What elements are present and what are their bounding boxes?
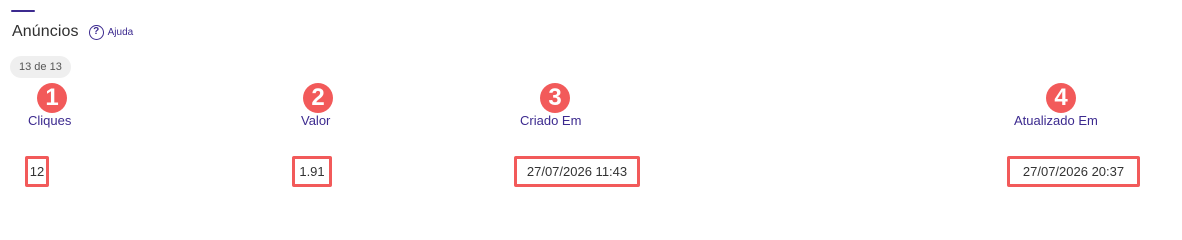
marker-4: 4	[1046, 83, 1076, 113]
cell-valor: 1.91	[292, 156, 332, 187]
marker-3: 3	[540, 83, 570, 113]
cell-criado-em: 27/07/2026 11:43	[514, 156, 640, 187]
column-header-cliques[interactable]: Cliques	[28, 113, 71, 128]
anuncios-panel: Anúncios ? Ajuda 13 de 13 1 2 3 4 Clique…	[0, 0, 1182, 203]
help-label: Ajuda	[107, 26, 134, 38]
cell-cliques: 12	[25, 156, 49, 187]
question-circle-icon: ?	[88, 24, 104, 40]
section-title: Anúncios	[12, 23, 79, 40]
section-header: Anúncios ? Ajuda	[12, 22, 133, 42]
column-header-atualizado-em[interactable]: Atualizado Em	[1014, 113, 1098, 128]
active-tab-indicator	[11, 10, 35, 12]
marker-2: 2	[303, 83, 333, 113]
help-link[interactable]: ? Ajuda	[88, 24, 134, 40]
column-header-valor[interactable]: Valor	[301, 113, 330, 128]
column-header-criado-em[interactable]: Criado Em	[520, 113, 581, 128]
cell-atualizado-em: 27/07/2026 20:37	[1007, 156, 1140, 187]
marker-1: 1	[37, 83, 67, 113]
result-count-badge: 13 de 13	[10, 56, 71, 78]
